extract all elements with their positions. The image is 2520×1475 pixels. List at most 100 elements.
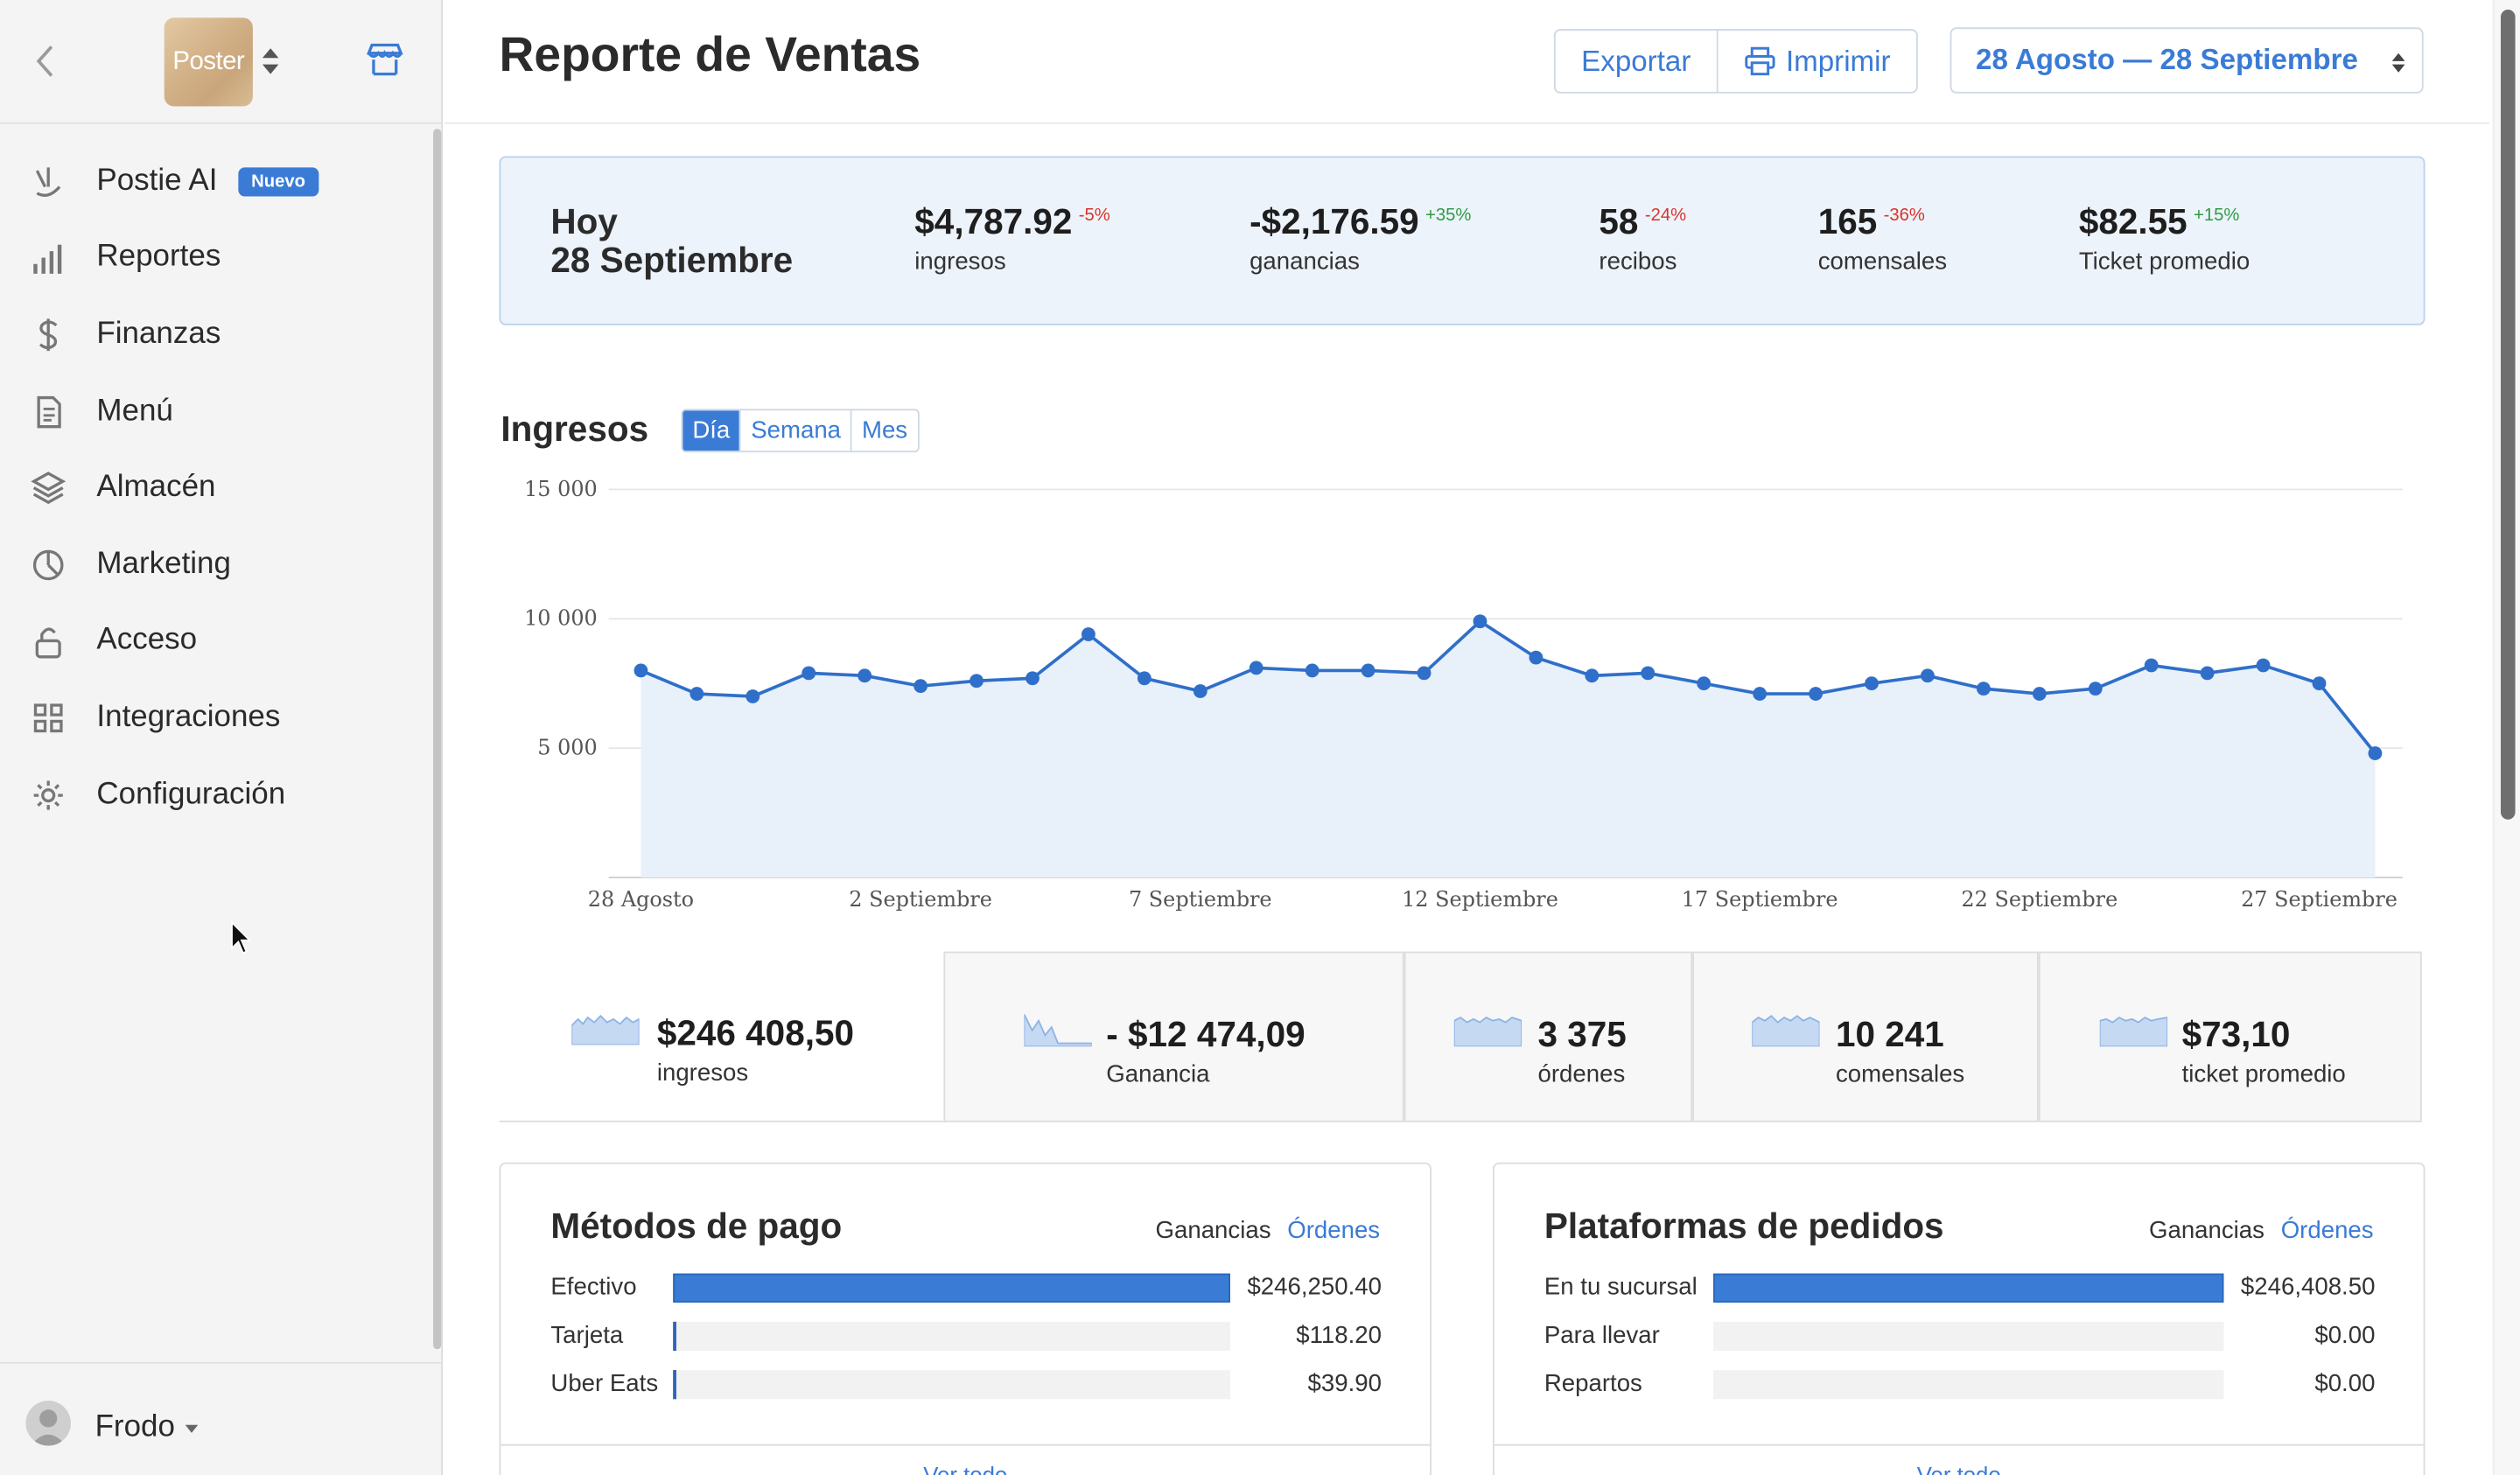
total-label: órdenes — [1537, 1060, 1626, 1089]
storefront-icon[interactable] — [364, 40, 406, 82]
period-day-button[interactable]: Día — [682, 410, 740, 451]
data-point — [1137, 671, 1152, 686]
x-tick-label: 2 Septiembre — [849, 887, 992, 912]
sidebar-item-label: Configuración — [96, 777, 286, 811]
data-point — [1976, 682, 1991, 696]
data-point — [690, 687, 704, 701]
data-point — [1809, 687, 1823, 701]
toggle-ganancias[interactable]: Ganancias — [2149, 1217, 2264, 1244]
page-scrollbar-thumb[interactable] — [2500, 10, 2516, 820]
page-header: Reporte de Ventas Exportar Imprimir 28 A… — [444, 0, 2490, 124]
bar-track — [1713, 1321, 2224, 1352]
grid-icon — [33, 703, 63, 733]
metric-toggle: Ganancias Órdenes — [1156, 1217, 1381, 1244]
export-print-group: Exportar Imprimir — [1553, 29, 1918, 94]
data-point — [2312, 676, 2327, 691]
sidebar-item-integraciones[interactable]: Integraciones — [0, 680, 435, 757]
data-point — [1249, 661, 1264, 675]
sidebar-item-reportes[interactable]: Reportes — [0, 220, 435, 297]
row-value: $246,250.40 — [1247, 1273, 1382, 1301]
brand-logo-text: Poster — [172, 47, 245, 75]
chart-title: Ingresos — [500, 409, 649, 450]
user-name[interactable]: Frodo — [95, 1410, 175, 1445]
sidebar-item-label: Reportes — [96, 240, 221, 275]
total-label: comensales — [1835, 1060, 1965, 1089]
total-comensales[interactable]: 10 241 comensales — [1692, 951, 2039, 1122]
kpi-delta: -36% — [1883, 206, 1925, 226]
kpi-delta: +35% — [1425, 206, 1472, 226]
user-menu: Frodo — [0, 1361, 444, 1475]
see-all-link[interactable]: Ver todo — [1494, 1444, 2424, 1475]
sidebar-item-label: Menú — [96, 394, 173, 428]
row-label: Para llevar — [1544, 1321, 1660, 1350]
kpi-label: recibos — [1599, 248, 1677, 276]
payment-row: Tarjeta $118.20 — [550, 1320, 1382, 1353]
toggle-ganancias[interactable]: Ganancias — [1156, 1217, 1271, 1244]
chevron-down-icon[interactable] — [185, 1424, 199, 1433]
toggle-ordenes[interactable]: Órdenes — [2281, 1217, 2374, 1244]
data-point — [1753, 687, 1768, 701]
total-label: Ganancia — [1106, 1060, 1210, 1089]
sidebar-item-configuracion[interactable]: Configuración — [0, 756, 435, 833]
total-ordenes[interactable]: 3 375 órdenes — [1404, 951, 1693, 1122]
sidebar-header: Poster — [0, 0, 442, 124]
y-tick-label: 15 000 — [524, 477, 598, 501]
x-tick-label: 28 Agosto — [588, 887, 694, 912]
row-label: Repartos — [1544, 1370, 1642, 1398]
sidebar-scrollbar[interactable] — [433, 129, 442, 1350]
printer-icon — [1745, 46, 1775, 76]
print-button-label: Imprimir — [1785, 44, 1891, 77]
kpi-comensales: 165 -36% comensales — [1818, 201, 1947, 276]
data-point — [1361, 663, 1376, 678]
sort-arrows-icon[interactable] — [261, 46, 280, 75]
gear-icon — [33, 780, 63, 810]
platform-row: Para llevar $0.00 — [1544, 1320, 2376, 1353]
sidebar-item-postie-ai[interactable]: Postie AI Nuevo — [0, 143, 435, 220]
sidebar-item-acceso[interactable]: Acceso — [0, 603, 435, 680]
brand-logo[interactable]: Poster — [164, 17, 253, 107]
see-all-link[interactable]: Ver todo — [500, 1444, 1431, 1475]
sidebar-item-almacen[interactable]: Almacén — [0, 450, 435, 527]
total-ingresos[interactable]: $246 408,50 ingresos — [499, 951, 944, 1122]
back-arrow-icon[interactable] — [29, 38, 61, 84]
data-point — [1305, 663, 1320, 678]
sparkline-icon — [1453, 1016, 1522, 1047]
total-ganancia[interactable]: - $12 474,09 Ganancia — [943, 951, 1404, 1122]
order-platforms-card: Plataformas de pedidos Ganancias Órdenes… — [1492, 1162, 2426, 1475]
bar-track — [1713, 1273, 2224, 1303]
kpi-delta: -24% — [1644, 206, 1687, 226]
total-label: ticket promedio — [2181, 1060, 2346, 1089]
data-point — [1641, 666, 1656, 681]
date-range-picker[interactable]: 28 Agosto — 28 Septiembre — [1950, 27, 2424, 94]
sort-arrows-icon — [2391, 52, 2405, 73]
sidebar-item-finanzas[interactable]: Finanzas — [0, 297, 435, 374]
sidebar-item-marketing[interactable]: Marketing — [0, 527, 435, 604]
lock-icon — [35, 626, 61, 658]
page-scrollbar[interactable] — [2492, 0, 2520, 1475]
bar-fill — [1713, 1273, 2224, 1303]
total-ticket-promedio[interactable]: $73,10 ticket promedio — [2038, 951, 2422, 1122]
date-range-label: 28 Agosto — 28 Septiembre — [1976, 43, 2358, 76]
row-label: En tu sucursal — [1544, 1273, 1698, 1301]
data-point — [2032, 687, 2047, 701]
x-tick-label: 12 Septiembre — [1402, 887, 1558, 912]
toggle-ordenes[interactable]: Órdenes — [1287, 1217, 1380, 1244]
data-point — [1865, 676, 1879, 691]
platform-row: Repartos $0.00 — [1544, 1368, 2375, 1401]
kpi-delta: -5% — [1078, 206, 1110, 226]
print-button[interactable]: Imprimir — [1716, 30, 1916, 92]
data-point — [2088, 682, 2103, 696]
data-point — [1026, 671, 1040, 686]
sidebar-item-label: Finanzas — [96, 317, 221, 352]
data-point — [634, 663, 648, 678]
period-month-button[interactable]: Mes — [850, 410, 917, 451]
data-point — [1921, 668, 1935, 683]
avatar[interactable] — [25, 1401, 71, 1446]
row-value: $0.00 — [2314, 1321, 2376, 1350]
kpi-value: $4,787.92 — [914, 201, 1073, 242]
export-button[interactable]: Exportar — [1556, 31, 1717, 92]
period-week-button[interactable]: Semana — [739, 410, 850, 451]
sidebar-item-menu[interactable]: Menú — [0, 374, 435, 451]
user-icon — [30, 1409, 66, 1446]
data-point — [1082, 627, 1096, 641]
